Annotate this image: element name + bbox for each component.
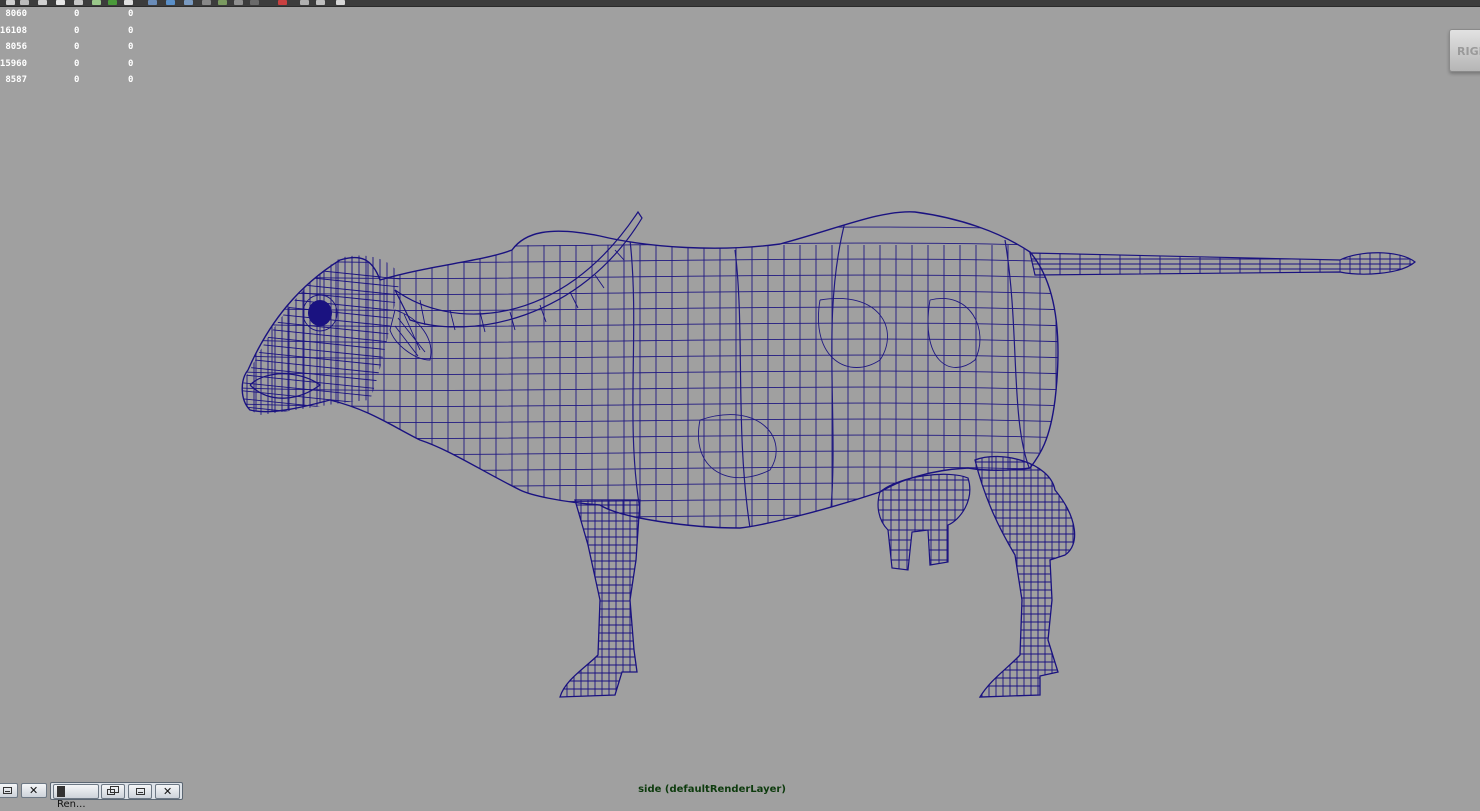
minimize-icon — [136, 788, 145, 795]
minimize-button[interactable] — [0, 783, 18, 798]
minimize-icon — [3, 787, 12, 794]
render-view-window-group: Ren... ✕ — [50, 782, 183, 810]
window-taskbar: ✕ Ren... ✕ — [0, 781, 190, 810]
buffalo-wireframe-model[interactable] — [0, 0, 1480, 780]
close-icon: ✕ — [163, 785, 173, 798]
minimize-button[interactable] — [128, 784, 152, 799]
close-button[interactable]: ✕ — [155, 784, 180, 799]
render-view-label: Ren... — [57, 799, 86, 810]
restore-icon — [107, 786, 119, 795]
render-view-task-button[interactable]: Ren... — [53, 784, 99, 810]
render-window-icon — [57, 786, 65, 797]
close-icon: ✕ — [29, 784, 39, 797]
close-button[interactable]: ✕ — [21, 783, 47, 798]
restore-button[interactable] — [101, 784, 125, 799]
camera-label: side (defaultRenderLayer) — [638, 784, 786, 795]
